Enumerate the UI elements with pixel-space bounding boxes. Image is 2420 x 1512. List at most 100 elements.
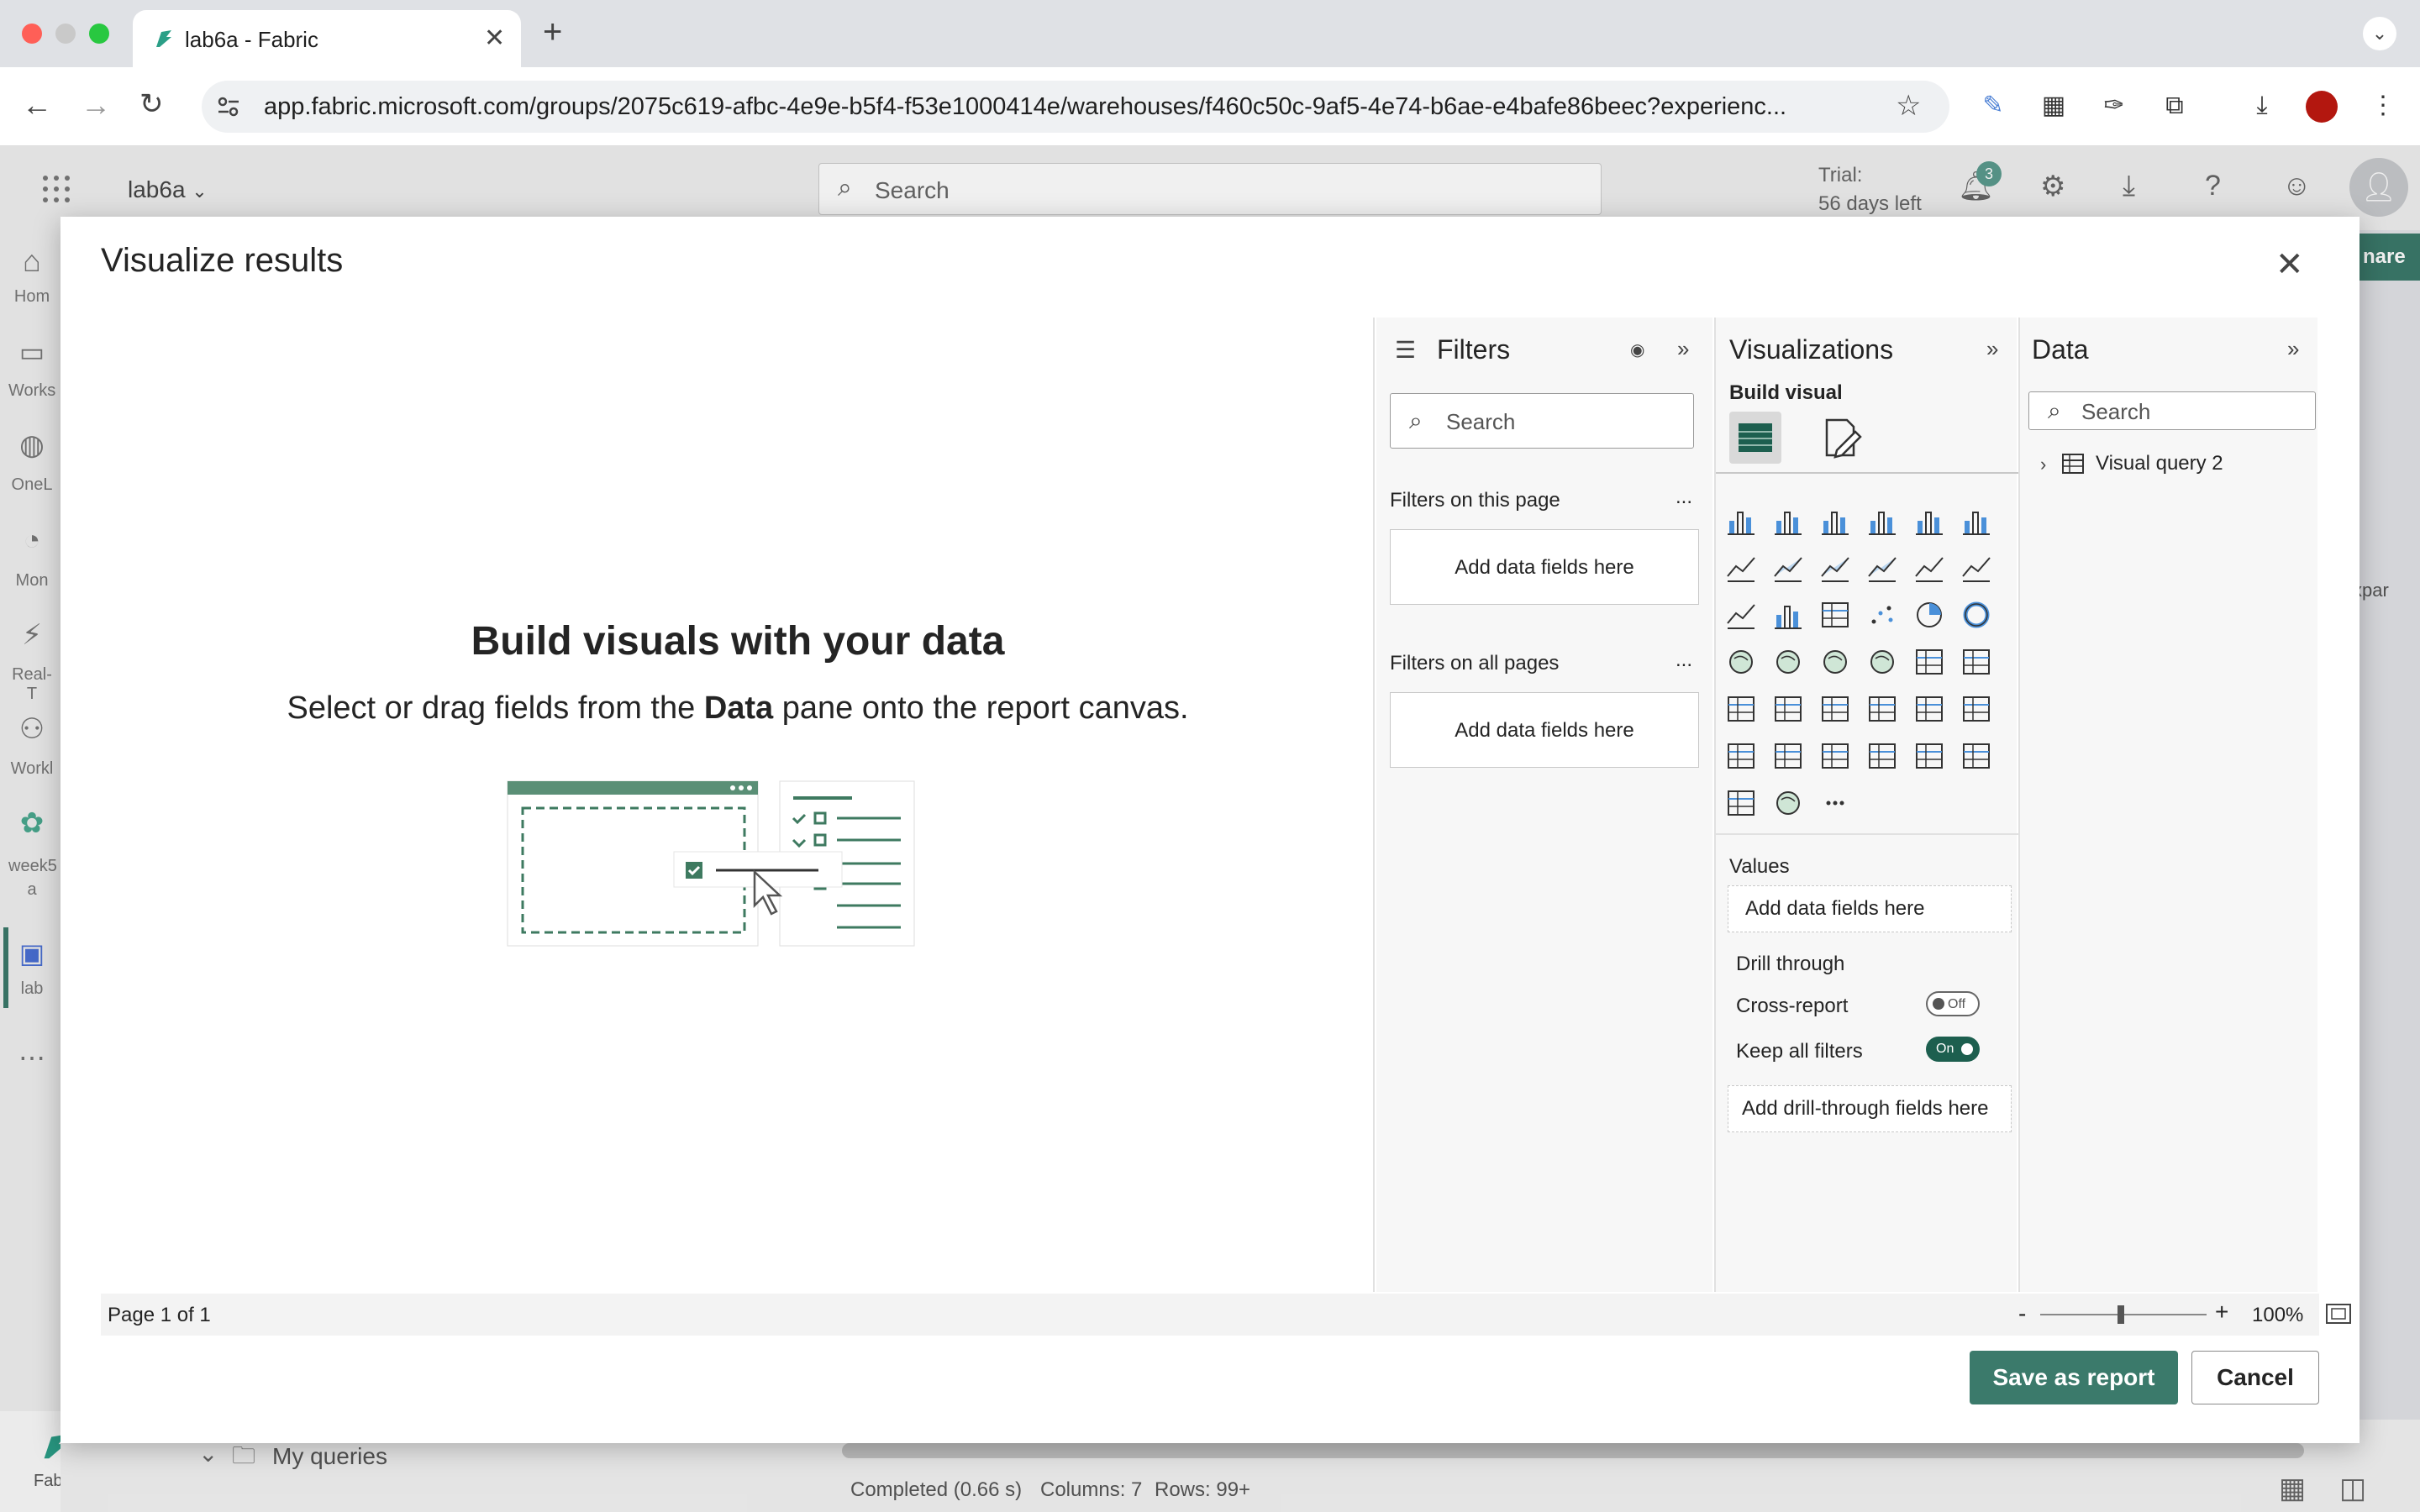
azure-map-icon[interactable] [1865,645,1899,679]
stacked-area-chart-icon[interactable] [1818,551,1852,585]
gauge-icon[interactable] [1912,645,1946,679]
divider [1716,472,2018,474]
browser-tab[interactable]: lab6a - Fabric ✕ [133,10,521,67]
table-icon [2062,454,2084,474]
values-well[interactable]: Add data fields here [1728,885,2012,932]
format-visual-icon[interactable] [1822,417,1864,459]
profile-avatar[interactable] [2306,91,2338,123]
drill-through-well[interactable]: Add drill-through fields here [1728,1085,2012,1132]
power-automate-icon[interactable] [1724,786,1758,820]
maximize-window-button[interactable] [89,24,109,44]
zoom-out-button[interactable]: - [2018,1300,2026,1327]
area-chart-icon[interactable] [1771,551,1805,585]
decomposition-tree-icon[interactable] [1724,739,1758,773]
line-chart-icon[interactable] [1724,551,1758,585]
browser-menu-icon[interactable]: ⋮ [2368,91,2398,121]
line-stacked-column-chart-icon[interactable] [1960,551,1993,585]
100-stacked-area-chart-icon[interactable] [1865,551,1899,585]
site-settings-icon[interactable] [215,94,242,119]
smart-narrative-icon[interactable] [1818,739,1852,773]
filters-search-input[interactable]: ⌕ Search [1390,393,1694,449]
kpi-icon[interactable] [1771,692,1805,726]
100-stacked-bar-chart-icon[interactable] [1912,504,1946,538]
multi-row-card-icon[interactable] [1724,692,1758,726]
donut-chart-icon[interactable] [1960,598,1993,632]
eyedropper-icon[interactable]: ✑ [2099,91,2129,121]
table-build-icon [1739,423,1772,452]
arcgis-icon[interactable] [1771,786,1805,820]
filled-map-icon[interactable] [1818,645,1852,679]
visual-query-label: Visual query 2 [2096,452,2223,475]
address-bar[interactable]: app.fabric.microsoft.com/groups/2075c619… [202,81,1949,133]
downloads-icon[interactable]: ⤓ [2247,91,2277,121]
back-arrow-icon[interactable]: ← [22,87,52,123]
map-icon[interactable] [1771,645,1805,679]
canvas-heading: Build visuals with your data [471,619,1005,664]
build-visual-illustration [507,780,915,947]
toggle-knob [1933,998,1944,1010]
filters-all-pages-well[interactable]: Add data fields here [1390,692,1699,768]
scatter-chart-icon[interactable] [1865,598,1899,632]
close-tab-icon[interactable]: ✕ [484,24,505,53]
bookmark-star-icon[interactable]: ☆ [1896,89,1921,123]
stacked-column-chart-icon[interactable] [1771,504,1805,538]
dialog-title: Visualize results [101,242,344,279]
data-search-input[interactable]: ⌕ Search [2028,391,2316,430]
line-clustered-column-chart-icon[interactable] [1912,551,1946,585]
zoom-slider-handle[interactable] [2118,1305,2124,1324]
forward-arrow-icon[interactable]: → [81,87,111,123]
visualizations-title: Visualizations [1729,334,1894,365]
fit-to-page-icon[interactable] [2326,1304,2351,1326]
power-apps-icon[interactable] [1960,739,1993,773]
reload-icon[interactable]: ↻ [139,87,164,121]
more-options-icon[interactable]: ... [1676,486,1692,509]
search-icon: ⌕ [1409,407,1423,433]
more-options-icon[interactable]: ... [1676,648,1692,672]
collapse-data-icon[interactable]: » [2287,336,2299,362]
values-label: Values [1729,855,1790,878]
slicer-icon[interactable] [1818,692,1852,726]
keep-all-filters-toggle[interactable]: On [1926,1037,1980,1062]
matrix-icon[interactable] [1912,692,1946,726]
close-window-button[interactable] [22,24,42,44]
save-as-report-button[interactable]: Save as report [1970,1351,2178,1404]
eye-icon[interactable]: ◉ [1630,339,1644,360]
extension-feather-icon[interactable]: ✎ [1978,91,2008,121]
close-icon[interactable]: ✕ [2275,245,2304,284]
treemap-icon[interactable] [1724,645,1758,679]
new-tab-icon[interactable]: + [543,13,562,51]
chevron-right-icon[interactable]: › [2040,454,2046,475]
zoom-in-button[interactable]: + [2215,1299,2228,1326]
canvas-footer: Page 1 of 1 - + 100% [101,1294,2351,1336]
qr-code-icon[interactable]: ▦ [2039,91,2069,121]
q-and-a-icon[interactable] [1771,739,1805,773]
clustered-column-chart-icon[interactable] [1865,504,1899,538]
table-icon[interactable] [1865,692,1899,726]
tab-menu-chevron-icon[interactable]: ⌄ [2363,17,2396,50]
build-visual-tab[interactable] [1729,412,1781,464]
more-visuals-icon[interactable] [1818,786,1852,820]
ribbon-chart-icon[interactable] [1724,598,1758,632]
card-icon[interactable] [1960,645,1993,679]
clustered-bar-chart-icon[interactable] [1818,504,1852,538]
paginated-report-icon[interactable] [1912,739,1946,773]
data-title: Data [2032,334,2089,365]
extensions-puzzle-icon[interactable]: ⧉ [2160,91,2190,121]
tab-title: lab6a - Fabric [185,27,318,52]
waterfall-chart-icon[interactable] [1771,598,1805,632]
collapse-visualizations-icon[interactable]: » [1986,336,1998,362]
stacked-bar-chart-icon[interactable] [1724,504,1758,538]
metrics-icon[interactable] [1865,739,1899,773]
funnel-chart-icon[interactable] [1818,598,1852,632]
pie-chart-icon[interactable] [1912,598,1946,632]
zoom-level: 100% [2252,1304,2304,1326]
collapse-filters-icon[interactable]: » [1677,336,1689,362]
filters-page-well[interactable]: Add data fields here [1390,529,1699,605]
report-canvas[interactable]: Build visuals with your data Select or d… [101,318,1375,1292]
minimize-window-button[interactable] [55,24,76,44]
fabric-favicon-icon [156,30,171,47]
key-influencers-icon[interactable] [1960,692,1993,726]
cancel-button[interactable]: Cancel [2191,1351,2319,1404]
100-stacked-column-chart-icon[interactable] [1960,504,1993,538]
cross-report-toggle[interactable]: Off [1926,991,1980,1016]
